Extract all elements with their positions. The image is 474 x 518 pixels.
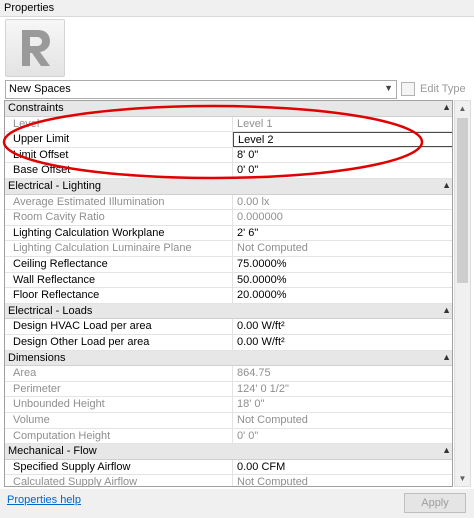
collapse-caret-icon[interactable]: ▲ [442,445,451,455]
property-row[interactable]: Design Other Load per area 0.00 W/ft² [5,335,452,351]
property-row: Room Cavity Ratio 0.000000 [5,210,452,226]
group-label: Dimensions [8,351,66,364]
chevron-down-icon: ▼ [384,83,393,93]
type-selector-bar: New Spaces ▼ Edit Type [0,80,474,100]
property-name: Room Cavity Ratio [5,210,233,225]
collapse-caret-icon[interactable]: ▲ [442,305,451,315]
property-row[interactable]: Design HVAC Load per area 0.00 W/ft² [5,319,452,335]
group-header[interactable]: Electrical - Lighting ▲ [5,179,452,195]
property-name: Design HVAC Load per area [5,319,233,334]
group-label: Electrical - Lighting [8,180,101,192]
property-name: Lighting Calculation Workplane [5,225,233,241]
vertical-scrollbar[interactable]: ▲ ▼ [454,100,471,487]
group-header[interactable]: Mechanical - Flow ▲ [5,444,452,460]
group-header[interactable]: Dimensions ▲ [5,350,452,367]
property-name: Design Other Load per area [5,335,233,350]
property-value: 864.75 [237,367,271,380]
property-value[interactable]: 20.0000% [233,288,452,303]
property-row[interactable]: Lighting Calculation Workplane 2' 6" [5,225,452,242]
property-name: Perimeter [5,381,233,397]
property-row: Computation Height 0' 0" [5,428,452,445]
property-value[interactable]: 8' 0" [233,148,452,163]
property-name: Unbounded Height [5,397,233,412]
property-value: 18' 0" [237,398,265,411]
properties-footer: Properties help Apply [0,489,474,518]
property-row[interactable]: Specified Supply Airflow 0.00 CFM [5,459,452,476]
properties-help-link[interactable]: Properties help [7,494,81,506]
collapse-caret-icon[interactable]: ▲ [442,102,451,112]
properties-title-bar: Properties [0,0,474,17]
property-value: 0.000000 [237,211,283,224]
property-value: Not Computed [237,242,308,255]
property-value-input[interactable]: Level 2 [233,132,452,147]
scroll-up-icon[interactable]: ▲ [455,101,470,116]
scroll-down-icon[interactable]: ▼ [455,471,470,486]
property-value[interactable]: 50.0000% [233,273,452,288]
apply-button[interactable]: Apply [404,493,466,513]
property-row[interactable]: Floor Reflectance 20.0000% [5,288,452,304]
type-selector-dropdown[interactable]: New Spaces ▼ [5,80,397,99]
property-value[interactable]: 0.00 W/ft² [233,335,452,350]
property-value: Not Computed [237,476,308,487]
property-name: Average Estimated Illumination [5,194,233,210]
property-value[interactable]: 0' 0" [233,163,452,178]
property-row[interactable]: Ceiling Reflectance 75.0000% [5,257,452,273]
property-name: Base Offset [5,163,233,178]
property-name: Upper Limit [5,132,233,147]
edit-type-icon [401,82,415,96]
edit-type-button[interactable]: Edit Type [401,80,471,99]
group-label: Electrical - Loads [8,304,93,317]
collapse-caret-icon[interactable]: ▲ [442,180,451,190]
property-name: Ceiling Reflectance [5,257,233,272]
property-value: 0.00 lx [237,195,270,208]
property-row: Perimeter 124' 0 1/2" [5,381,452,398]
property-name: Floor Reflectance [5,288,233,303]
property-value: Not Computed [237,414,308,426]
property-name: Computation Height [5,428,233,444]
window-title: Properties [4,2,55,14]
group-label: Mechanical - Flow [8,445,97,458]
revit-r-logo-icon [5,19,65,77]
group-header[interactable]: Constraints ▲ [5,101,452,117]
properties-grid: Constraints ▲ Level Level 1 Upper Limit Level… [4,100,453,487]
property-row[interactable]: Base Offset 0' 0" [5,163,452,179]
property-name: Limit Offset [5,147,233,163]
type-selector-value: New Spaces [9,83,71,95]
type-header [0,17,474,79]
property-row: Volume Not Computed [5,413,452,429]
collapse-caret-icon[interactable]: ▲ [442,352,451,362]
property-name: Lighting Calculation Luminaire Plane [5,241,233,256]
property-row: Calculated Supply Airflow Not Computed [5,475,452,487]
property-value: Level 1 [237,117,273,130]
property-name: Specified Supply Airflow [5,459,233,475]
property-name: Calculated Supply Airflow [5,475,233,486]
property-value[interactable]: 0.00 W/ft² [233,319,452,334]
group-label: Constraints [8,102,64,114]
property-value[interactable]: 75.0000% [233,257,452,272]
property-row: Lighting Calculation Luminaire Plane Not … [5,241,452,257]
group-header[interactable]: Electrical - Loads ▲ [5,303,452,320]
property-name: Area [5,366,233,381]
property-row: Unbounded Height 18' 0" [5,397,452,413]
property-name: Volume [5,413,233,428]
property-row: Area 864.75 [5,366,452,382]
property-row: Level Level 1 [5,116,452,133]
property-name: Wall Reflectance [5,272,233,288]
property-value[interactable]: 2' 6" [233,226,452,241]
property-row[interactable]: Wall Reflectance 50.0000% [5,272,452,289]
property-value: 124' 0 1/2" [237,382,289,395]
property-value: 0' 0" [237,429,259,442]
edit-type-label: Edit Type [420,83,466,95]
property-row[interactable]: Upper Limit Level 2 [5,132,452,148]
property-row: Average Estimated Illumination 0.00 lx [5,194,452,211]
property-value[interactable]: 0.00 CFM [233,460,452,475]
property-row[interactable]: Limit Offset 8' 0" [5,147,452,164]
scrollbar-thumb[interactable] [457,118,468,283]
property-name: Level [5,116,233,132]
